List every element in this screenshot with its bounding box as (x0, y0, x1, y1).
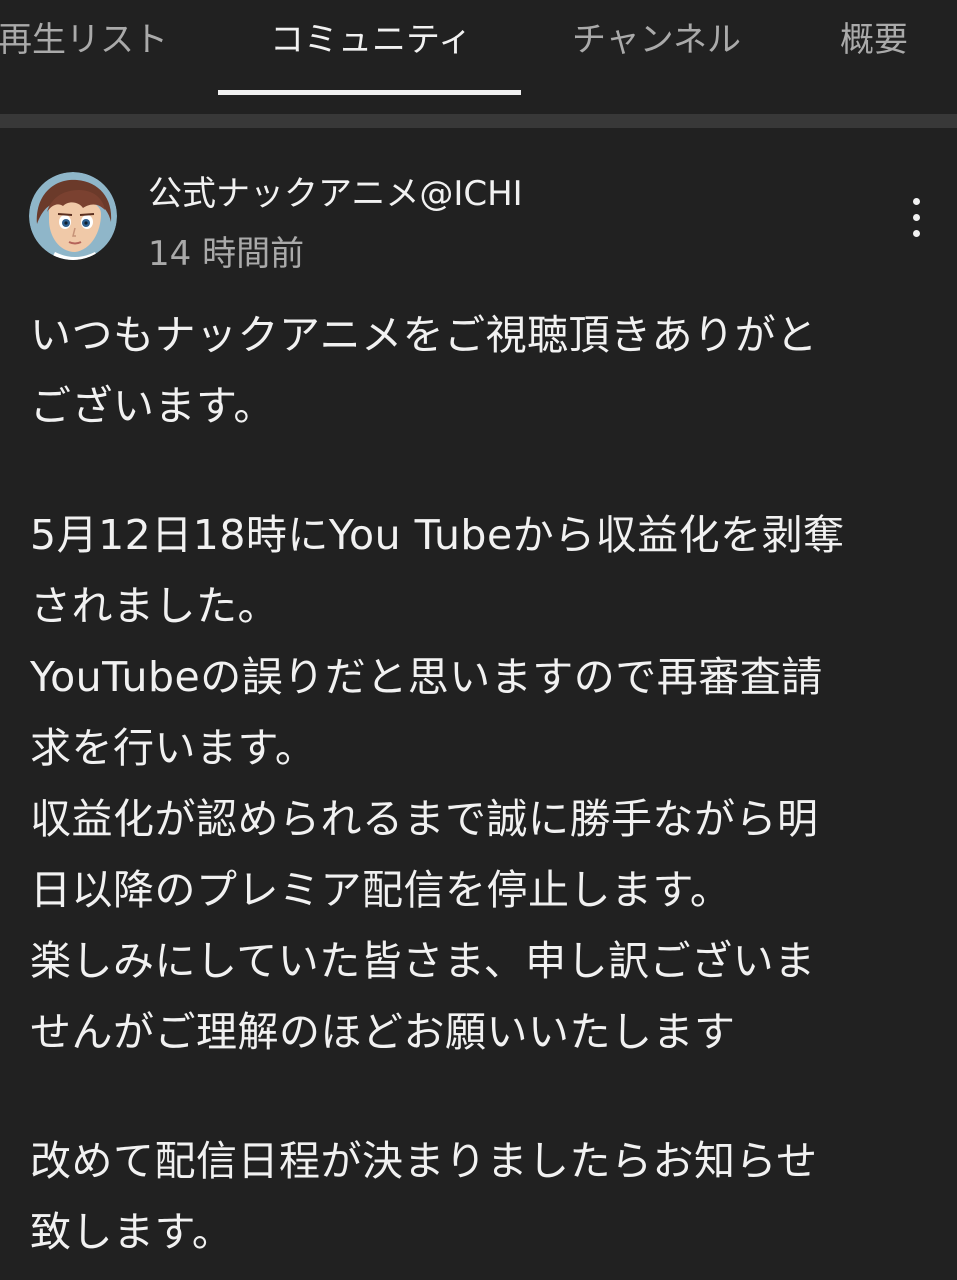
tab-channels[interactable]: チャンネル (572, 14, 741, 66)
avatar[interactable] (29, 172, 117, 260)
post-author-name[interactable]: 公式ナックアニメ@ICHI (148, 166, 523, 215)
post-paragraph: いつもナックアニメをご視聴頂きありがと ございます。 (30, 311, 818, 430)
tab-about[interactable]: 概要 (840, 14, 908, 66)
post-paragraph: 5月12日18時にYou Tubeから収益化を剥奪 されました。 YouTube… (30, 511, 845, 1056)
post-body: いつもナックアニメをご視聴頂きありがと ございます。 5月12日18時にYou … (30, 300, 910, 1268)
tab-playlists[interactable]: 再生リスト (0, 14, 168, 66)
post-paragraph: 改めて配信日程が決まりましたらお知らせ 致します。 (30, 1137, 818, 1256)
post-timestamp[interactable]: 14 時間前 (148, 226, 304, 275)
active-tab-indicator (218, 90, 521, 95)
anime-character-avatar-icon (29, 172, 117, 260)
community-post: 公式ナックアニメ@ICHI 14 時間前 いつもナックアニメをご視聴頂きありがと… (0, 128, 957, 1280)
more-options-button[interactable] (894, 192, 940, 244)
section-divider (0, 114, 957, 128)
channel-tab-bar: 再生リスト コミュニティ チャンネル 概要 (0, 0, 957, 100)
tab-community[interactable]: コミュニティ (270, 14, 472, 66)
